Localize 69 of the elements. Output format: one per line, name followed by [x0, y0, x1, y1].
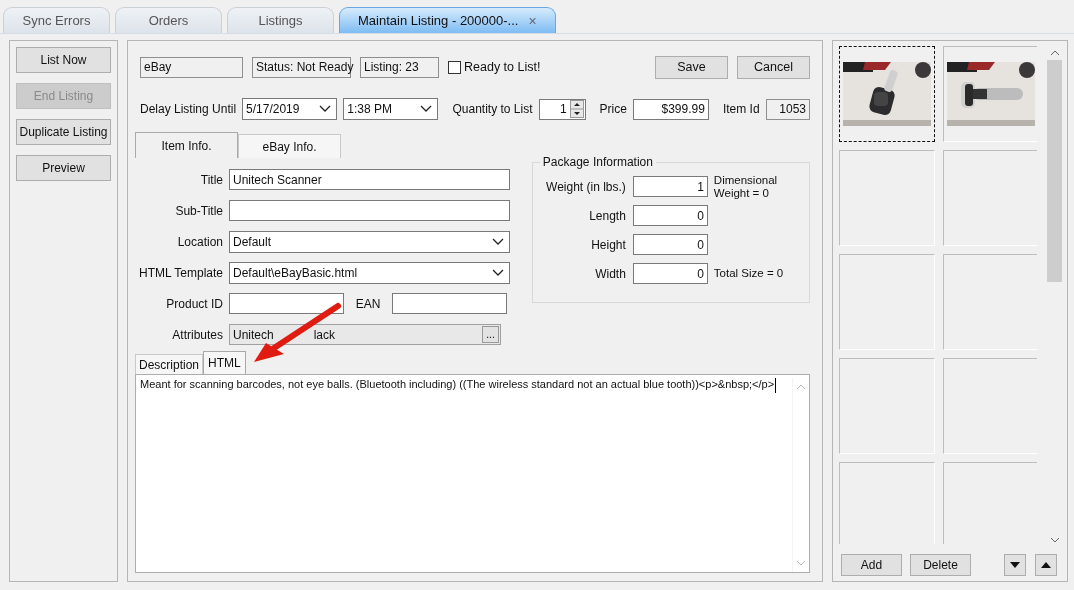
price-field[interactable]: $399.99: [632, 98, 709, 120]
image-slot[interactable]: [943, 46, 1037, 142]
field-label: Title: [199, 172, 223, 187]
tab[interactable]: Item Info.: [135, 132, 238, 158]
field-label: Delay Listing Until: [140, 102, 237, 116]
input-field[interactable]: [229, 200, 510, 221]
chevron-down-icon: [492, 237, 504, 246]
scroll-down-icon[interactable]: [1049, 537, 1060, 543]
up-triangle-icon: [1041, 561, 1051, 568]
marketplace-field: eBay: [140, 56, 243, 78]
action-button[interactable]: Duplicate Listing: [16, 119, 111, 145]
image-button[interactable]: Delete: [910, 553, 971, 576]
input-field[interactable]: [229, 293, 344, 314]
input-field[interactable]: Unitech Scanner: [229, 169, 510, 190]
computed-note: Total Size = 0: [713, 267, 785, 280]
field-label: Attributes: [171, 327, 223, 342]
dropdown[interactable]: Default\eBayBasic.html: [229, 261, 510, 284]
time-dropdown[interactable]: 1:38 PM: [343, 98, 439, 120]
field-label: HTML Template: [137, 265, 223, 280]
action-button[interactable]: List Now: [16, 47, 111, 73]
chevron-down-icon: [319, 105, 332, 113]
down-triangle-icon: [1010, 561, 1020, 568]
item-id-field: 1053: [765, 98, 810, 120]
input-field[interactable]: 1: [632, 176, 708, 197]
chevron-down-icon: [492, 268, 504, 277]
attributes-field[interactable]: Unitech lack ...: [229, 324, 501, 345]
field-label: Location: [176, 234, 223, 249]
attributes-value: lack: [313, 327, 336, 342]
quantity-spinner[interactable]: 1: [538, 98, 586, 120]
checkbox[interactable]: [448, 60, 461, 74]
field-label: Quantity to List: [452, 102, 533, 116]
field-label: Item Id: [722, 102, 760, 116]
tab[interactable]: Description: [135, 354, 204, 374]
group-title: Package Information: [539, 155, 656, 169]
attributes-value: Unitech: [233, 327, 274, 342]
input-field[interactable]: 0: [632, 234, 708, 255]
browse-button[interactable]: ...: [482, 326, 499, 343]
editor-text: Meant for scanning barcodes, not eye balls. (Bluetooth including) ((The wireless standard not an actual blue tooth))<p>&nbsp;</p>: [140, 378, 777, 393]
input-field[interactable]: 0: [632, 205, 708, 226]
move-down-button[interactable]: [1004, 553, 1026, 576]
input-field[interactable]: 0: [632, 263, 708, 284]
checkbox-label: Ready to List!: [464, 60, 541, 74]
scroll-up-icon[interactable]: [1049, 50, 1060, 56]
field-label: Weight (in lbs.): [545, 179, 626, 194]
computed-note: Dimensional Weight = 0: [713, 173, 779, 200]
field-label: Product ID: [165, 296, 223, 311]
field-label: Sub-Title: [174, 203, 223, 218]
image-button[interactable]: Add: [841, 553, 902, 576]
field-label: Price: [599, 102, 627, 116]
field-label: Height: [590, 237, 626, 252]
field-label: EAN: [354, 296, 382, 311]
field-label: Length: [588, 208, 626, 223]
input-field[interactable]: [392, 293, 507, 314]
listing-field: Listing: 23: [360, 56, 439, 78]
field-label: Width: [594, 266, 626, 281]
dropdown[interactable]: Default: [229, 230, 510, 253]
tab[interactable]: Orders: [115, 7, 222, 33]
form-button[interactable]: Cancel: [737, 55, 810, 79]
move-up-button[interactable]: [1035, 553, 1057, 576]
tab[interactable]: Listings: [227, 7, 334, 33]
tab[interactable]: Sync Errors: [3, 7, 110, 33]
image-slot[interactable]: [839, 46, 935, 142]
action-button[interactable]: Preview: [16, 155, 111, 181]
tab[interactable]: Maintain Listing - 200000-... ×: [339, 7, 556, 33]
tab[interactable]: eBay Info.: [238, 134, 341, 158]
tab[interactable]: HTML: [203, 351, 246, 374]
date-dropdown[interactable]: 5/17/2019: [242, 98, 338, 120]
form-button[interactable]: Save: [655, 55, 728, 79]
chevron-down-icon: [420, 105, 433, 113]
